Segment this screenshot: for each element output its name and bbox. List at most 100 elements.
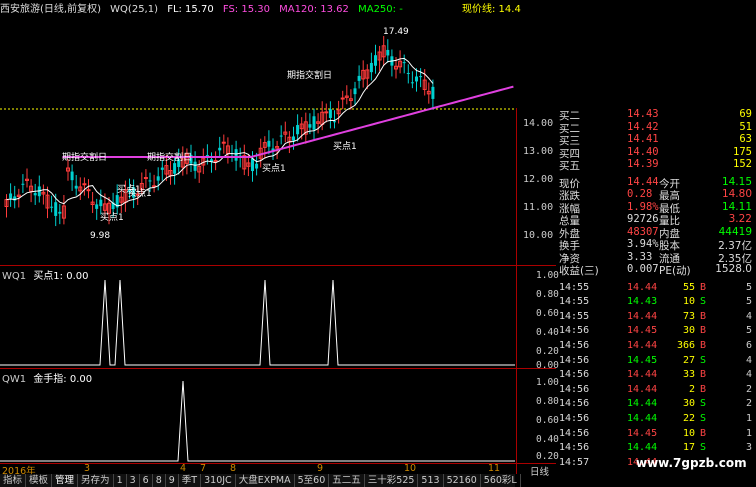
- tick-time: 14:55: [559, 296, 590, 308]
- indicator-tab[interactable]: 3: [127, 474, 140, 487]
- tick-direction: B: [700, 339, 707, 351]
- tick-volume: 366: [676, 339, 695, 351]
- tick-price: 14.44: [627, 398, 658, 410]
- candlesticks: [4, 36, 435, 227]
- tick-time: 14:57: [559, 456, 590, 468]
- tick-volume: 22: [682, 412, 695, 424]
- indicator-tab[interactable]: 560彩L: [481, 474, 521, 487]
- bid-price: 14.40: [627, 145, 659, 158]
- stat-value: 1528.0: [715, 263, 752, 275]
- indicator-tab[interactable]: 5至60: [295, 474, 330, 487]
- candle-body: [95, 204, 99, 209]
- indicator-tab[interactable]: 513: [418, 474, 444, 487]
- stat-value: 3.94%: [627, 238, 659, 250]
- stat-value: 48307: [627, 225, 659, 238]
- peak-label: 17.49: [383, 27, 409, 37]
- candle-body: [312, 116, 316, 130]
- candle-body: [357, 75, 361, 81]
- tick-direction: S: [700, 412, 707, 424]
- indicator-tab[interactable]: 管理: [52, 474, 79, 487]
- indicator-tab[interactable]: 9: [166, 474, 179, 487]
- period-label[interactable]: 日线: [530, 464, 549, 478]
- tick-time: 14:56: [559, 369, 590, 381]
- sub1-axis: 1.00 0.80 0.60 0.40 0.20 0.00: [536, 266, 559, 371]
- stat-value: 14.15: [721, 175, 752, 188]
- low-label: 9.98: [90, 231, 110, 241]
- candle-body: [251, 158, 254, 172]
- stat-row: 收益(三) 0.007 PE(动) 1528.0: [557, 263, 756, 277]
- chart-title-bar: 西安旅游(日线,前复权) WQ(25,1) FL: 15.70 FS: 15.3…: [0, 0, 521, 15]
- bid-price: 14.41: [627, 133, 659, 145]
- sub2-tick: 0.80: [536, 396, 559, 407]
- tick-volume: 73: [682, 310, 695, 322]
- month-label: 4: [180, 463, 187, 474]
- candle-body: [213, 160, 218, 163]
- tick-price: 14.44: [627, 281, 658, 293]
- tick-price: 14.45: [627, 427, 658, 439]
- tick-volume: 10: [682, 296, 695, 308]
- indicator-tab[interactable]: 6: [140, 474, 153, 487]
- candle-body: [70, 171, 74, 181]
- indicator-tab[interactable]: 52160: [444, 474, 481, 487]
- tick-time: 14:56: [559, 442, 590, 454]
- tick-volume: 10: [682, 427, 695, 439]
- indicator-tab[interactable]: 季T: [179, 474, 202, 487]
- sub1-chart[interactable]: [0, 266, 515, 368]
- price-tick: 13.00: [523, 146, 554, 157]
- tick-row: 14:56 14.44 366 B 6: [557, 340, 756, 354]
- candle-body: [82, 183, 87, 186]
- indicator-tab[interactable]: 310JC: [201, 474, 236, 487]
- sub1-tick: 0.40: [536, 327, 559, 338]
- bid-label: 买五: [559, 160, 580, 172]
- tick-count: 1: [745, 412, 752, 424]
- month-label: 9: [317, 463, 324, 474]
- indicator-tab[interactable]: 五二五: [329, 474, 365, 487]
- tick-row: 14:56 14.45 27 S 4: [557, 355, 756, 369]
- buy-point-label-1: 买点1: [100, 212, 124, 223]
- buy-point-label-4: 买点1: [333, 141, 357, 152]
- sub1-tick: 0.80: [536, 289, 559, 300]
- tick-row: 14:56 14.44 33 B 4: [557, 369, 756, 383]
- moving-average-line: [6, 57, 434, 207]
- candle-body: [328, 109, 332, 118]
- candle-body: [296, 125, 300, 135]
- tick-time: 14:56: [559, 325, 590, 337]
- tick-count: 5: [745, 281, 752, 293]
- candle-body: [415, 76, 418, 82]
- ma120-line: [62, 85, 514, 158]
- tick-row: 14:55 14.44 73 B 4: [557, 311, 756, 325]
- main-candle-chart[interactable]: 17.49 9.98 期指交割日 期指交割日 期指交割日 买点1 买点1 买点1…: [0, 14, 515, 264]
- sub2-tick: 1.00: [536, 377, 559, 388]
- tick-row: 14:56 14.44 22 S 1: [557, 413, 756, 427]
- tick-price: 14.44: [627, 310, 658, 322]
- indicator-tab[interactable]: 8: [153, 474, 166, 487]
- indicator-tab[interactable]: 指标: [0, 474, 27, 487]
- candle-body: [173, 163, 177, 174]
- indicator-tab[interactable]: 三十彩525: [365, 474, 419, 487]
- bid-row: 买二 14.43 69: [557, 108, 756, 122]
- candle-body: [353, 88, 357, 95]
- tick-direction: B: [700, 281, 707, 293]
- tick-row: 14:56 14.45 30 B 5: [557, 325, 756, 339]
- candle-body: [221, 141, 226, 144]
- indicator-tab[interactable]: 大盘EXPMA: [236, 474, 295, 487]
- indicator-tab[interactable]: 另存为: [78, 474, 114, 487]
- tick-time: 14:55: [559, 310, 590, 322]
- candle-body: [255, 163, 259, 169]
- candle-body: [369, 62, 373, 73]
- stat-value: 0.007: [627, 263, 659, 275]
- tick-time: 14:55: [559, 281, 590, 293]
- tick-direction: B: [700, 310, 707, 322]
- stat-row: 现价 14.44 今开 14.15: [557, 175, 756, 190]
- candle-body: [218, 147, 222, 151]
- candle-body: [33, 193, 37, 196]
- tick-row: 14:56 14.45 10 B 1: [557, 428, 756, 442]
- indicator-tab[interactable]: 1: [114, 474, 127, 487]
- sub2-chart[interactable]: [0, 369, 515, 463]
- candle-body: [374, 55, 377, 66]
- tick-direction: S: [700, 354, 707, 366]
- candle-body: [156, 176, 160, 181]
- indicator-tab[interactable]: 模板: [26, 474, 53, 487]
- buy-point-label-5: 买点1: [117, 184, 141, 195]
- bid-row: 买二 14.42 51: [557, 121, 756, 135]
